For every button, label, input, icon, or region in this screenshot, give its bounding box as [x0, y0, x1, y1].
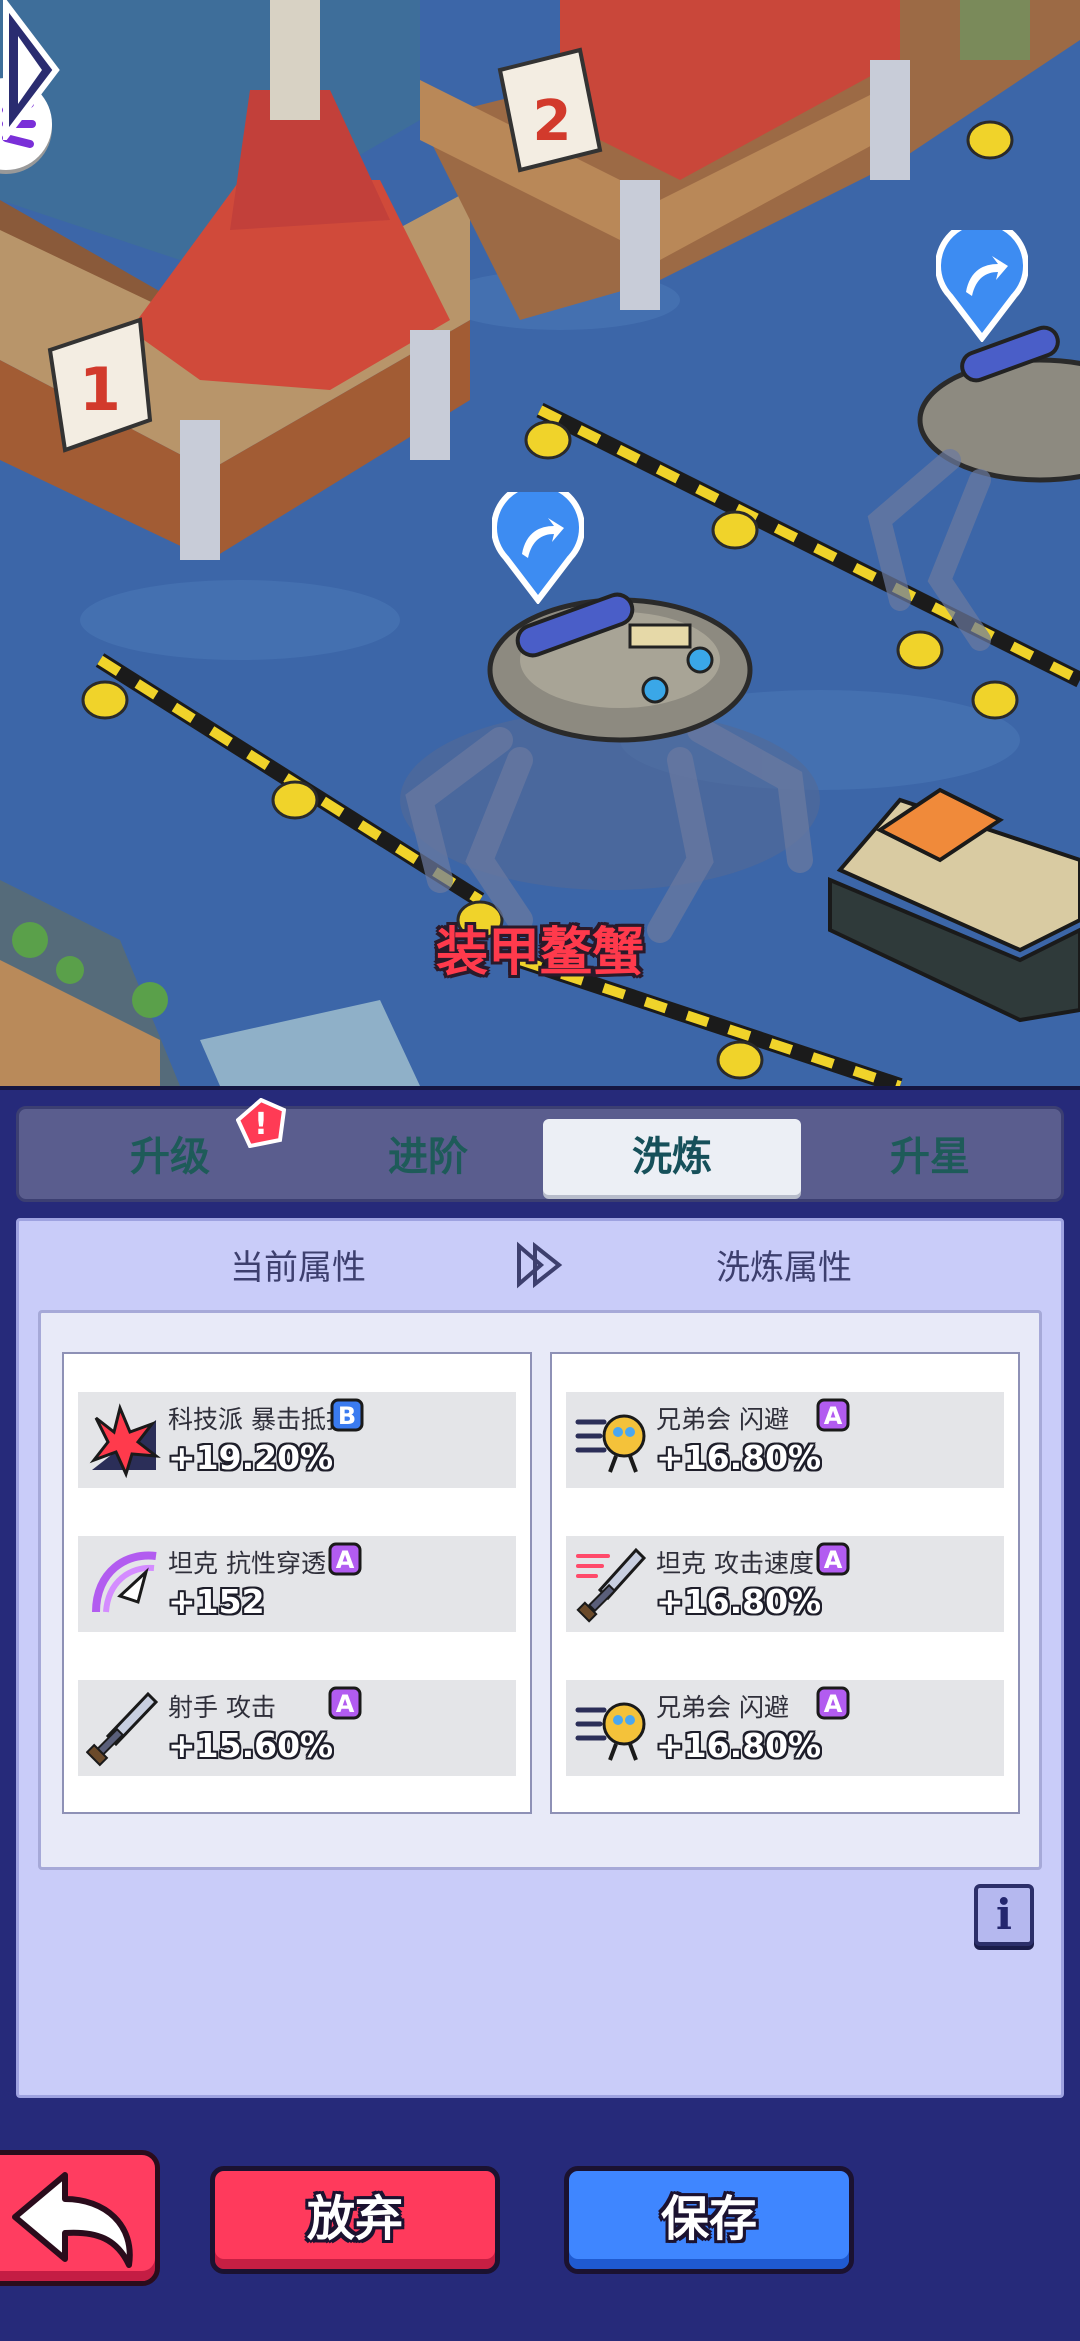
grade-a-badge: A [816, 1398, 850, 1432]
discard-button[interactable]: 放弃 [210, 2166, 500, 2274]
attribute-name: 兄弟会 闪避 [656, 1405, 789, 1434]
attribute-row: 射手 攻击 A +15.60% [78, 1680, 516, 1776]
svg-text:A: A [824, 1546, 843, 1574]
svg-text:A: A [824, 1402, 843, 1430]
upgrade-arrow-pin-icon[interactable] [492, 492, 584, 604]
tab-bar: 升级 进阶 洗炼 升星 [16, 1106, 1064, 1202]
grade-a-badge: A [328, 1542, 362, 1576]
attribute-row: 兄弟会 闪避 A +16.80% [566, 1680, 1004, 1776]
attribute-name: 坦克 攻击速度 [656, 1549, 814, 1578]
dodge-runner-icon [575, 1414, 646, 1473]
refined-attributes-card: 兄弟会 闪避 A +16.80% 坦克 攻击速度 A +16.80% 兄弟会 闪… [550, 1352, 1020, 1814]
crit-burst-icon [89, 1403, 161, 1479]
svg-text:B: B [338, 1402, 356, 1430]
save-button[interactable]: 保存 [564, 2166, 854, 2274]
back-button[interactable] [0, 2150, 160, 2286]
attribute-value: +16.80% [656, 1726, 822, 1765]
game-scene: 1 2 装甲鳌蟹 [0, 0, 1080, 1086]
attribute-name: 坦克 抗性穿透 [168, 1549, 326, 1578]
svg-text:A: A [336, 1546, 355, 1574]
attribute-value: +15.60% [168, 1726, 334, 1765]
sword-icon [86, 1691, 159, 1767]
next-arrow-icon[interactable] [0, 0, 60, 140]
grade-b-badge: B [330, 1398, 364, 1432]
svg-text:!: ! [254, 1107, 268, 1142]
attribute-value: +152 [168, 1582, 265, 1621]
attribute-row: 科技派 暴击抵抗 B +19.20% [78, 1392, 516, 1488]
current-attributes-label: 当前属性 [230, 1248, 366, 1288]
info-button[interactable]: i [974, 1884, 1034, 1946]
attribute-row: 坦克 攻击速度 A +16.80% [566, 1536, 1004, 1632]
grade-a-badge: A [328, 1686, 362, 1720]
info-icon: i [996, 1890, 1012, 1939]
refined-attributes-label: 洗炼属性 [716, 1248, 852, 1288]
tab-refine[interactable]: 洗炼 [543, 1119, 801, 1195]
attribute-row: 坦克 抗性穿透 A +152 [78, 1536, 516, 1632]
attribute-row: 兄弟会 闪避 A +16.80% [566, 1392, 1004, 1488]
dodge-runner-icon [575, 1702, 646, 1761]
back-arrow-icon [12, 2172, 133, 2268]
pierce-spiral-icon [92, 1551, 157, 1613]
grade-a-badge: A [816, 1542, 850, 1576]
svg-text:2: 2 [533, 89, 572, 154]
attribute-name: 兄弟会 闪避 [656, 1693, 789, 1722]
svg-text:1: 1 [79, 355, 121, 425]
attribute-name: 科技派 暴击抵抗 [168, 1405, 351, 1434]
svg-text:A: A [336, 1690, 355, 1718]
attribute-name: 射手 攻击 [168, 1693, 276, 1722]
fast-forward-icon [517, 1241, 563, 1289]
upgrade-arrow-pin-icon-2[interactable] [936, 230, 1028, 342]
fast-sword-icon [576, 1547, 647, 1623]
attribute-value: +19.20% [168, 1438, 334, 1477]
current-attributes-card: 科技派 暴击抵抗 B +19.20% 坦克 抗性穿透 A +152 射手 攻击 … [62, 1352, 532, 1814]
monster-name: 装甲鳌蟹 [435, 923, 644, 983]
tab-advance[interactable]: 进阶 [299, 1119, 557, 1195]
attribute-value: +16.80% [656, 1582, 822, 1621]
attribute-value: +16.80% [656, 1438, 822, 1477]
grade-a-badge: A [816, 1686, 850, 1720]
tab-star-up[interactable]: 升星 [801, 1119, 1059, 1195]
notification-badge-icon: ! [236, 1098, 286, 1148]
svg-text:A: A [824, 1690, 843, 1718]
